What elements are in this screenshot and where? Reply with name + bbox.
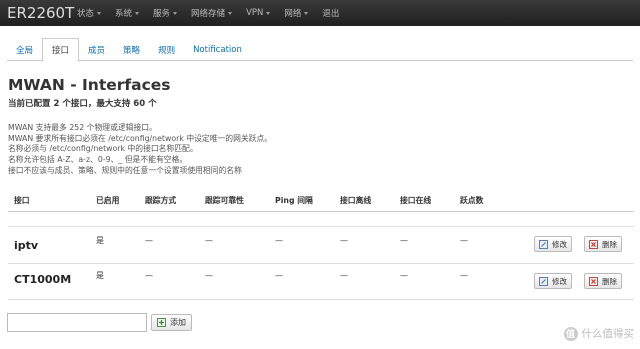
description-line: MWAN 要求所有接口必须在 /etc/config/network 中设定唯一… [8, 133, 273, 143]
menu-network-label: 网络 [284, 9, 302, 19]
menu-nas[interactable]: 网络存储 [191, 7, 233, 19]
menu-vpn[interactable]: VPN [246, 8, 271, 18]
page-subtitle: 当前已配置 2 个接口，最大支持 60 个 [8, 99, 157, 109]
edit-label: 修改 [552, 276, 567, 286]
tab-global[interactable]: 全局 [7, 38, 42, 61]
main-menu: 状态 系统 服务 网络存储 VPN 网络 退出 [77, 7, 353, 19]
menu-services-label: 服务 [153, 9, 171, 19]
add-button[interactable]: 添加 [151, 314, 192, 331]
delete-icon [589, 276, 598, 286]
ping-interval-value: — [275, 271, 283, 280]
up-value: — [400, 271, 408, 280]
interface-name: iptv [14, 239, 39, 252]
table-header: 接口 已启用 跟踪方式 跟踪可靠性 Ping 间隔 接口离线 接口在线 跃点数 [8, 190, 634, 212]
tab-interfaces[interactable]: 接口 [42, 38, 80, 62]
metric-value: — [460, 271, 468, 280]
chevron-down-icon [228, 11, 233, 15]
watermark-logo: 值 [563, 326, 578, 341]
menu-system-label: 系统 [115, 9, 133, 19]
edit-label: 修改 [552, 239, 567, 249]
description-block: MWAN 支持最多 252 个物理或逻辑接口。 MWAN 要求所有接口必须在 /… [8, 123, 272, 177]
tab-members[interactable]: 成员 [79, 38, 114, 61]
menu-status[interactable]: 状态 [77, 7, 102, 19]
table-row: CT1000M 是 — — — — — — 修改 删除 [8, 264, 634, 300]
brand-title[interactable]: ER2260T [7, 4, 77, 22]
new-interface-input[interactable] [7, 313, 147, 332]
edit-button[interactable]: 修改 [534, 236, 572, 252]
edit-icon [539, 276, 548, 286]
reliability-value: — [205, 236, 213, 245]
menu-status-label: 状态 [77, 9, 95, 19]
enabled-value: 是 [96, 271, 104, 280]
delete-button[interactable]: 删除 [584, 273, 622, 289]
tab-bar: 全局 接口 成员 策略 规则 Notification [7, 38, 633, 62]
down-value: — [340, 271, 348, 280]
delete-button[interactable]: 删除 [584, 236, 622, 252]
description-line: 名称必须与 /etc/config/network 中的接口名称匹配。 [8, 144, 198, 154]
header-down: 接口离线 [340, 196, 372, 205]
chevron-down-icon [266, 11, 271, 15]
watermark-text: 什么值得买 [581, 328, 635, 340]
header-reliability: 跟踪可靠性 [205, 196, 244, 205]
menu-services[interactable]: 服务 [153, 7, 178, 19]
track-method-value: — [145, 271, 153, 280]
chevron-down-icon [97, 11, 102, 15]
watermark: 值 什么值得买 [563, 326, 635, 341]
tab-notification[interactable]: Notification [184, 38, 251, 61]
metric-value: — [460, 236, 468, 245]
edit-icon [539, 239, 548, 249]
delete-label: 删除 [602, 239, 617, 249]
interface-name: CT1000M [14, 273, 72, 286]
chevron-down-icon [173, 11, 178, 15]
header-interface: 接口 [14, 196, 30, 205]
page-title: MWAN - Interfaces [8, 76, 171, 94]
header-enabled: 已启用 [96, 196, 120, 205]
description-line: 接口不应该与成员、策略、规则中的任意一个设置项使用相同的名称 [8, 165, 242, 175]
menu-logout[interactable]: 退出 [322, 7, 339, 19]
delete-icon [589, 239, 598, 249]
menu-logout-label: 退出 [322, 9, 340, 19]
track-method-value: — [145, 236, 153, 245]
chevron-down-icon [304, 11, 309, 15]
header-metric: 跃点数 [460, 196, 484, 205]
menu-nas-label: 网络存储 [191, 9, 226, 19]
edit-button[interactable]: 修改 [534, 273, 572, 289]
header-ping-interval: Ping 间隔 [275, 196, 313, 205]
add-icon [157, 318, 166, 327]
menu-network[interactable]: 网络 [284, 7, 309, 19]
enabled-value: 是 [96, 236, 104, 245]
add-label: 添加 [170, 318, 186, 327]
description-line: 名称允许包括 A-Z、a-z、0-9、_ 但是不能有空格。 [8, 155, 188, 165]
header-track-method: 跟踪方式 [145, 196, 177, 205]
top-navbar: ER2260T 状态 系统 服务 网络存储 VPN 网络 退出 [0, 0, 640, 26]
description-line: MWAN 支持最多 252 个物理或逻辑接口。 [8, 123, 157, 132]
down-value: — [340, 236, 348, 245]
tab-policies[interactable]: 策略 [114, 38, 149, 61]
up-value: — [400, 236, 408, 245]
header-up: 接口在线 [400, 196, 432, 205]
menu-vpn-label: VPN [246, 8, 264, 18]
tab-rules[interactable]: 规则 [149, 38, 184, 61]
menu-system[interactable]: 系统 [115, 7, 140, 19]
reliability-value: — [205, 271, 213, 280]
table-row: iptv 是 — — — — — — 修改 删除 [8, 226, 634, 264]
delete-label: 删除 [602, 276, 617, 286]
ping-interval-value: — [275, 236, 283, 245]
chevron-down-icon [135, 11, 140, 15]
